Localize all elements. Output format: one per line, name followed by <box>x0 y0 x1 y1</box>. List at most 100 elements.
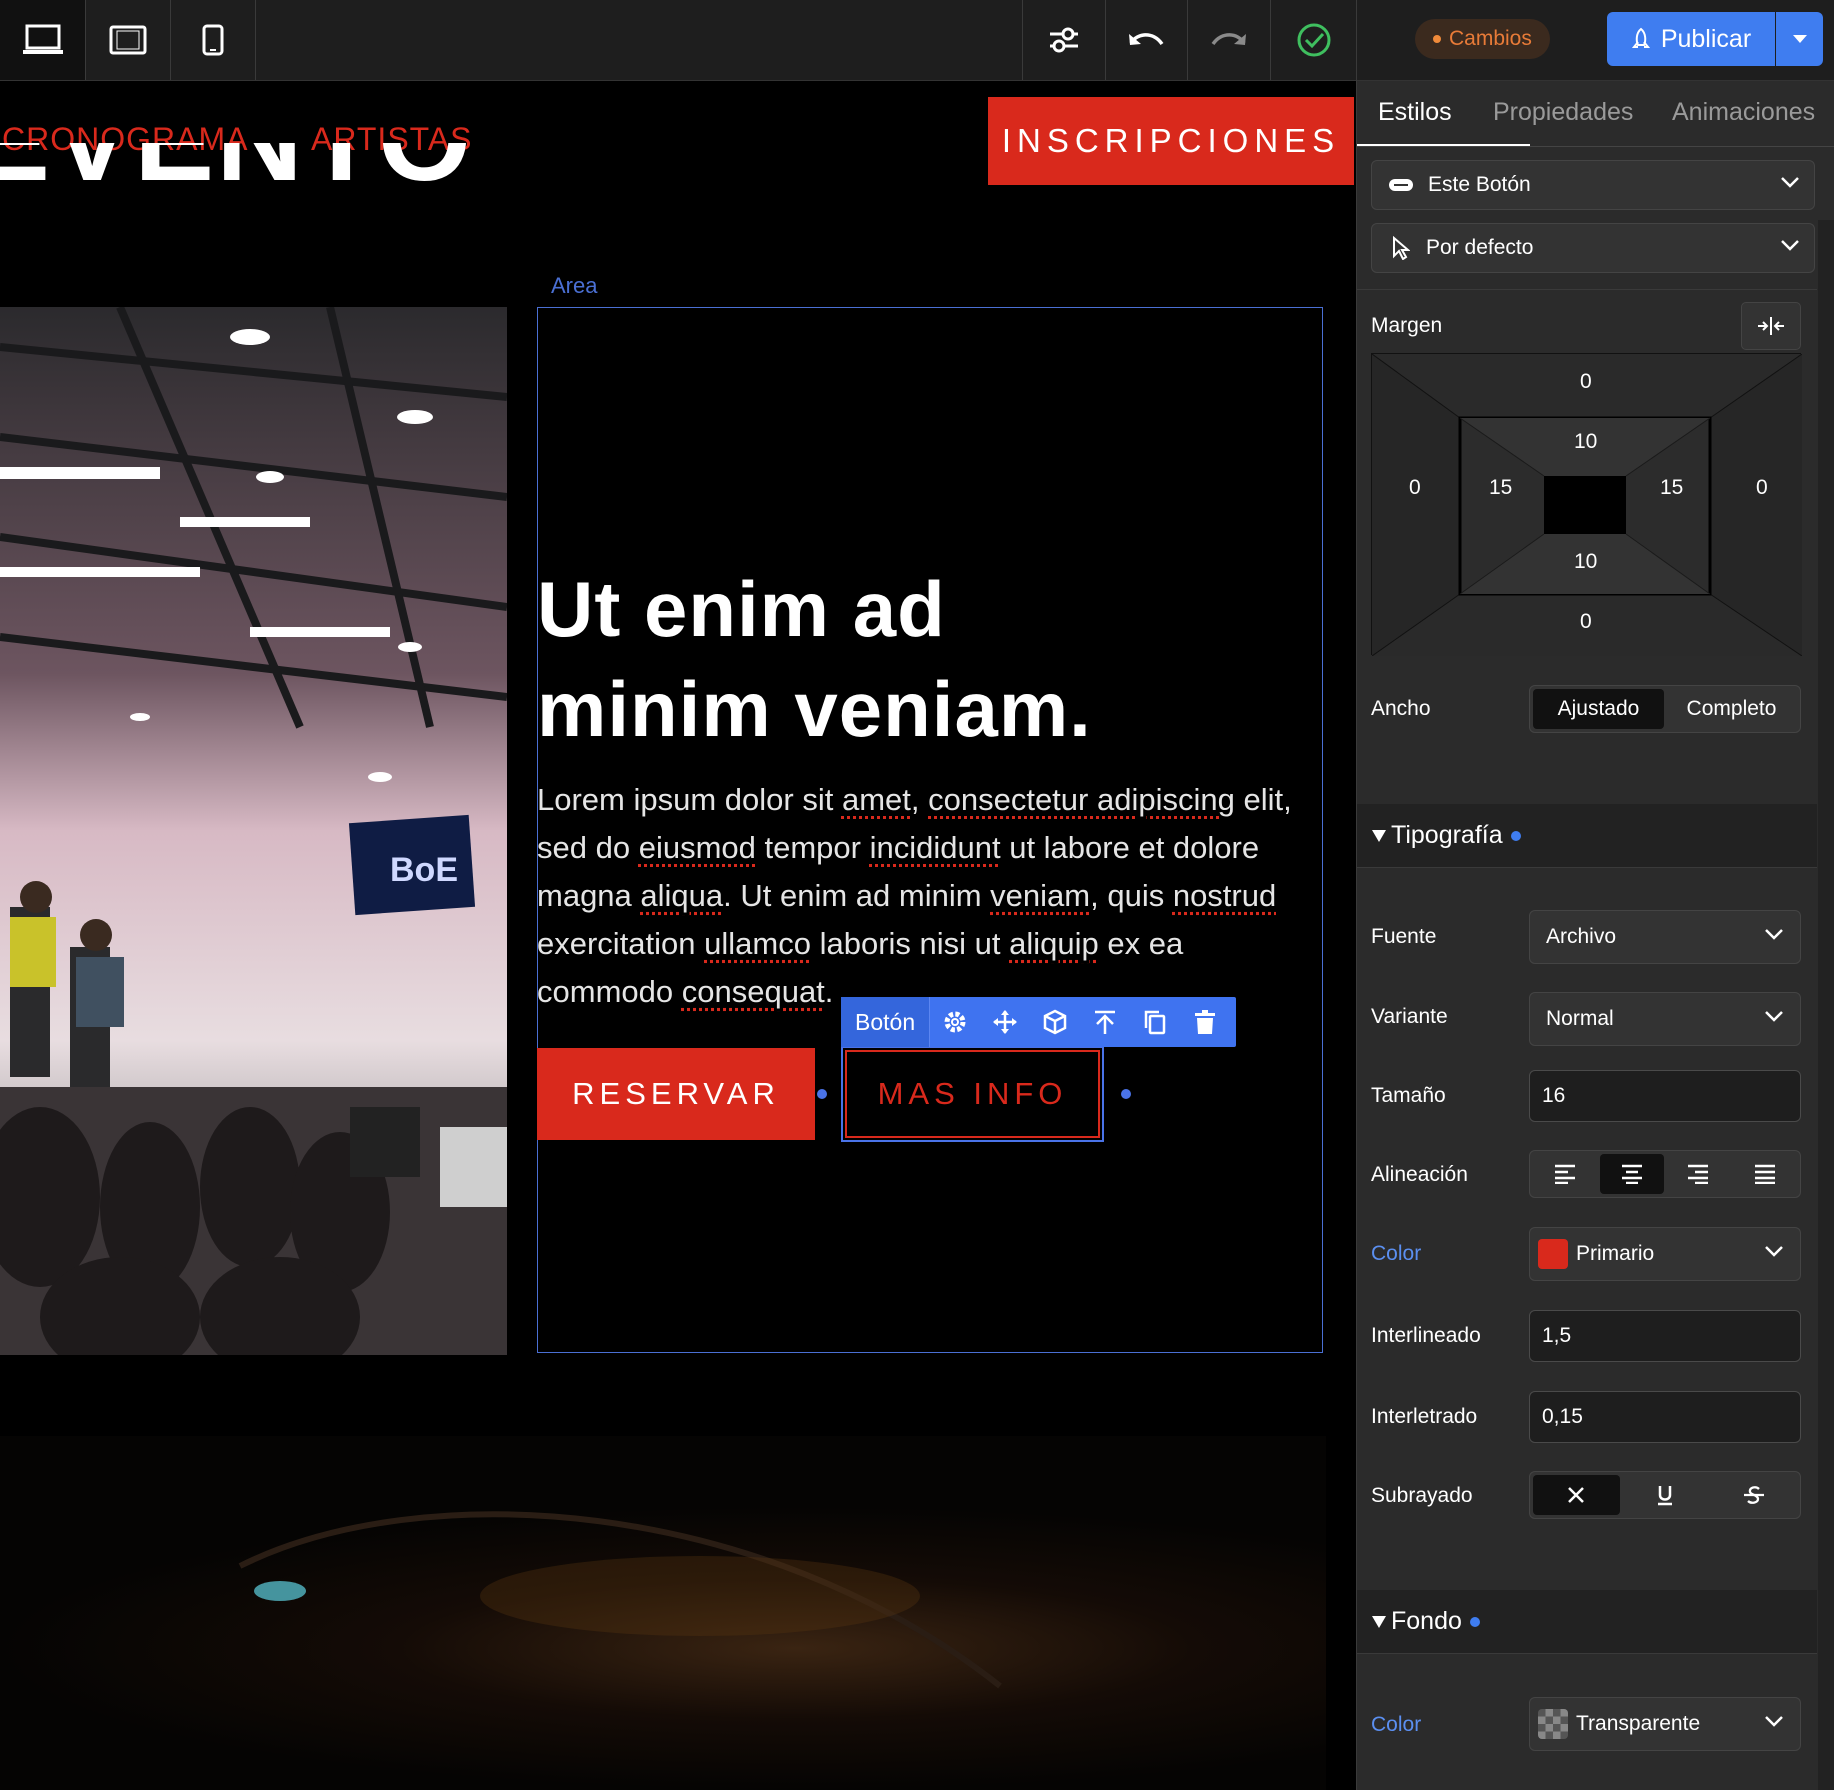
padding-left-value[interactable]: 15 <box>1489 476 1512 500</box>
target-selector[interactable]: Este Botón <box>1371 160 1815 210</box>
background-color-label: Color <box>1371 1713 1422 1736</box>
state-selector[interactable]: Por defecto <box>1371 223 1815 273</box>
page-canvas: CRONOGRAMA ARTISTAS INSCRIPCIONES EVENTO <box>0 81 1356 1790</box>
font-label: Fuente <box>1371 925 1437 948</box>
modified-indicator-dot <box>1510 830 1521 841</box>
font-select[interactable]: Archivo <box>1529 910 1801 964</box>
changes-dot-icon <box>1433 35 1441 43</box>
device-desktop-button[interactable] <box>0 0 86 80</box>
letter-spacing-input[interactable]: 0,15 <box>1529 1391 1801 1443</box>
svg-text:BoE: BoE <box>390 851 458 889</box>
panel-header: Cambios Publicar <box>1357 0 1834 81</box>
target-selector-value: Este Botón <box>1428 173 1531 196</box>
align-left-button[interactable] <box>1533 1154 1598 1194</box>
element-select-parent-button[interactable] <box>1080 997 1130 1047</box>
event-photo: BoE <box>0 307 507 1355</box>
decoration-none-button[interactable] <box>1533 1475 1620 1515</box>
element-component-button[interactable] <box>1030 997 1080 1047</box>
element-settings-button[interactable] <box>930 997 980 1047</box>
width-option-ajustado[interactable]: Ajustado <box>1533 689 1664 729</box>
variant-select[interactable]: Normal <box>1529 992 1801 1046</box>
element-duplicate-button[interactable] <box>1130 997 1180 1047</box>
undo-button[interactable] <box>1105 0 1188 80</box>
tabs-divider <box>1357 146 1834 147</box>
text-decoration-label: Subrayado <box>1371 1484 1473 1507</box>
spellcheck-word: nostrud <box>1172 878 1277 913</box>
section-heading-line2: minim veniam. <box>537 665 1092 753</box>
move-icon <box>993 1010 1018 1034</box>
publish-button-label: Publicar <box>1660 24 1752 53</box>
size-input[interactable]: 16 <box>1529 1070 1801 1122</box>
margin-top-value[interactable]: 0 <box>1580 370 1592 394</box>
chevron-down-icon <box>1765 1011 1783 1022</box>
typography-section-header[interactable]: Tipografía <box>1357 804 1817 868</box>
spellcheck-word: eiusmod <box>638 830 756 865</box>
decoration-underline-button[interactable] <box>1622 1475 1709 1515</box>
element-type-label[interactable]: Botón <box>841 997 931 1047</box>
align-right-button[interactable] <box>1666 1154 1731 1194</box>
align-justify-button[interactable] <box>1733 1154 1798 1194</box>
background-image-graphic <box>238 1511 1002 1689</box>
underline-icon <box>1658 1486 1672 1506</box>
variant-label: Variante <box>1371 1005 1448 1028</box>
size-label: Tamaño <box>1371 1084 1446 1107</box>
color-swatch <box>1538 1239 1568 1269</box>
inscripciones-button[interactable]: INSCRIPCIONES <box>988 97 1354 185</box>
button-shape-icon <box>1389 179 1413 191</box>
decoration-strikethrough-button[interactable] <box>1710 1475 1797 1515</box>
panel-scrollbar[interactable] <box>1818 220 1834 1790</box>
insert-point-dot[interactable] <box>817 1089 827 1099</box>
alignment-label: Alineación <box>1371 1163 1468 1186</box>
chevron-down-icon <box>1781 240 1799 251</box>
padding-top-value[interactable]: 10 <box>1574 430 1597 454</box>
spellcheck-word: aliquip <box>1009 926 1099 961</box>
arrow-up-icon <box>1095 1010 1116 1034</box>
margin-link-button[interactable] <box>1741 302 1801 350</box>
chevron-down-icon <box>1765 1716 1783 1727</box>
hero-title: EVENTO <box>0 143 473 205</box>
publish-button[interactable]: Publicar <box>1607 12 1775 66</box>
publish-options-button[interactable] <box>1776 12 1823 66</box>
body-text-segment: . <box>824 974 834 1009</box>
margin-bottom-value[interactable]: 0 <box>1580 610 1592 634</box>
tab-propiedades[interactable]: Propiedades <box>1493 98 1633 127</box>
typography-section-title: Tipografía <box>1391 821 1503 849</box>
background-color-select[interactable]: Transparente <box>1529 1697 1801 1751</box>
mas-info-button[interactable]: MAS INFO <box>845 1050 1100 1138</box>
tab-estilos[interactable]: Estilos <box>1378 98 1452 127</box>
redo-button[interactable] <box>1188 0 1271 80</box>
width-option-completo[interactable]: Completo <box>1666 689 1797 729</box>
tab-animaciones[interactable]: Animaciones <box>1672 98 1815 127</box>
spellcheck-word: amet <box>841 782 911 817</box>
editor-toolbar <box>0 0 1356 81</box>
reservar-button[interactable]: RESERVAR <box>537 1048 815 1140</box>
element-move-button[interactable] <box>980 997 1030 1047</box>
margin-right-value[interactable]: 0 <box>1756 476 1768 500</box>
margin-left-value[interactable]: 0 <box>1409 476 1421 500</box>
device-tablet-button[interactable] <box>86 0 171 80</box>
element-toolbar: Botón <box>841 997 1236 1047</box>
copy-icon <box>1144 1010 1166 1035</box>
element-delete-button[interactable] <box>1180 997 1230 1047</box>
spellcheck-word: incididunt <box>869 830 1001 865</box>
background-section-header[interactable]: Fondo <box>1357 1590 1817 1654</box>
padding-bottom-value[interactable]: 10 <box>1574 550 1597 574</box>
caret-down-icon <box>1792 35 1807 43</box>
padding-right-value[interactable]: 15 <box>1660 476 1683 500</box>
section-body-text: Lorem ipsum dolor sit amet, consectetur … <box>537 776 1327 1016</box>
check-circle-icon <box>1297 23 1330 57</box>
line-height-input[interactable]: 1,5 <box>1529 1310 1801 1362</box>
device-phone-button[interactable] <box>171 0 256 80</box>
saved-status-button[interactable] <box>1271 0 1356 80</box>
phone-icon <box>202 24 224 56</box>
align-center-button[interactable] <box>1599 1154 1664 1194</box>
width-toggle: Ajustado Completo <box>1529 685 1801 733</box>
align-justify-icon <box>1754 1164 1775 1184</box>
area-label: Area <box>551 273 598 298</box>
changes-badge-label: Cambios <box>1449 27 1532 50</box>
text-color-select[interactable]: Primario <box>1529 1227 1801 1281</box>
settings-sliders-button[interactable] <box>1022 0 1106 80</box>
changes-badge[interactable]: Cambios <box>1415 19 1550 59</box>
alignment-toggle <box>1529 1150 1801 1198</box>
insert-point-dot[interactable] <box>1121 1089 1131 1099</box>
